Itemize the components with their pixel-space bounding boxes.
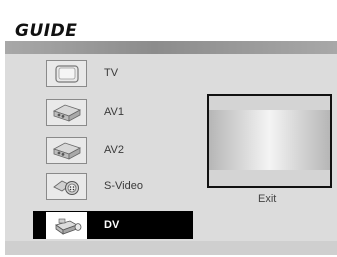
vcr-icon [46, 137, 87, 164]
menu-item-label: TV [104, 67, 119, 79]
menu-item-label: AV1 [104, 106, 124, 118]
preview-top-band [209, 96, 330, 110]
menu-item-label: DV [104, 219, 120, 231]
menu-item-tv[interactable]: TV [0, 59, 190, 89]
preview-window [207, 94, 332, 188]
menu-item-av2[interactable]: AV2 [0, 136, 190, 166]
exit-button[interactable]: Exit [258, 193, 276, 205]
menu-item-dv[interactable]: DV [33, 211, 193, 239]
header-stripe [5, 41, 337, 54]
camcorder-icon [46, 212, 87, 239]
svideo-connector-icon [46, 173, 87, 200]
menu-item-label: S-Video [104, 180, 143, 192]
page-title: GUIDE [15, 21, 78, 41]
menu-item-label: AV2 [104, 144, 124, 156]
tv-icon [46, 60, 87, 87]
vcr-icon [46, 99, 87, 126]
preview-bottom-band [209, 170, 330, 186]
footer-band [5, 241, 337, 255]
menu-item-av1[interactable]: AV1 [0, 98, 190, 128]
menu-item-s-video[interactable]: S-Video [0, 172, 190, 202]
guide-screen: GUIDE TV AV1 AV2 S-Video DV Exit [0, 0, 337, 257]
